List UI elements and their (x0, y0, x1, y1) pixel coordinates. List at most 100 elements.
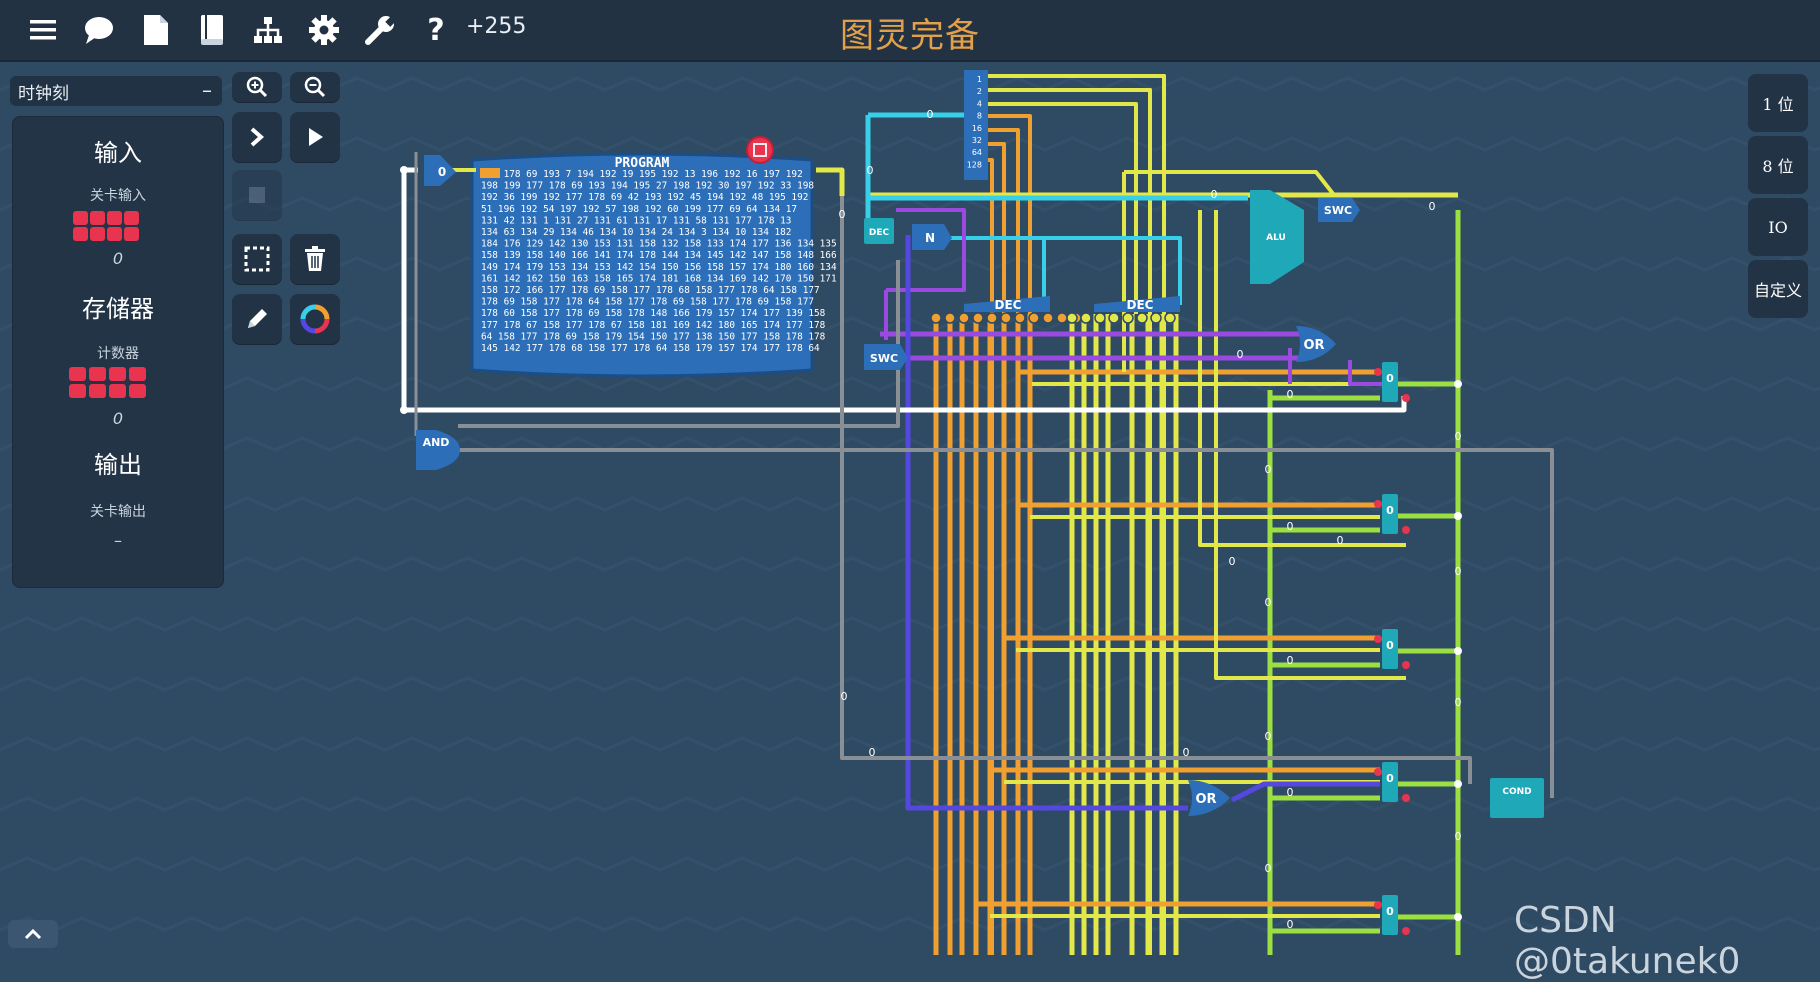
level-select-value: 时钟刻 (18, 83, 69, 104)
wrench-icon[interactable] (362, 12, 398, 48)
bit-label: 4 (977, 99, 982, 108)
zoom-out-icon (304, 76, 326, 98)
gate-label: OR (1303, 338, 1324, 353)
wire-value-label: 0 (839, 208, 846, 221)
chevron-up-icon (24, 928, 42, 940)
led-segment (107, 211, 122, 225)
pin (958, 312, 970, 324)
gate-label: DEC (995, 298, 1022, 312)
bit-label: 32 (972, 136, 982, 145)
pin (1402, 794, 1410, 802)
custom-button[interactable]: 自定义 (1748, 260, 1808, 318)
led-segment (69, 384, 86, 398)
wire-node (1454, 780, 1462, 788)
input-value: 0 (112, 249, 124, 268)
select-button[interactable] (232, 234, 282, 284)
program-line: 192 36 199 192 177 178 69 42 193 192 45 … (481, 192, 808, 203)
bit-label: 8 (977, 112, 982, 121)
program-line: 51 196 192 54 197 192 57 198 192 60 199 … (481, 204, 797, 215)
book-icon[interactable] (194, 12, 230, 48)
zoom-in-icon (246, 76, 268, 98)
gate-label: OR (1195, 792, 1216, 807)
led-segment (129, 384, 146, 398)
wire-value-label: 0 (1455, 696, 1462, 709)
storage-sublabel: 计数器 (97, 346, 139, 362)
collapse-dash-icon[interactable]: – (202, 78, 212, 102)
level-select[interactable]: 时钟刻 – (10, 76, 222, 106)
cond-component[interactable] (1490, 778, 1544, 818)
wire-value-label: 0 (1265, 862, 1272, 875)
pin (1108, 312, 1120, 324)
pin (1028, 312, 1040, 324)
delete-button[interactable] (290, 234, 340, 284)
play-icon (309, 128, 323, 146)
program-line: 149 174 179 153 134 153 142 154 150 156 … (481, 262, 837, 273)
wire-value-label: 0 (1287, 520, 1294, 533)
led-segment (124, 227, 139, 241)
menu-icon[interactable] (25, 12, 61, 48)
gate-label: N (925, 231, 935, 245)
gate-label: 0 (1386, 504, 1394, 517)
expand-panel-button[interactable] (8, 920, 58, 948)
program-line: 161 142 162 150 163 158 165 174 181 168 … (481, 273, 837, 284)
gear-icon[interactable] (306, 12, 342, 48)
stop-button[interactable] (232, 170, 282, 220)
gate-label: 0 (1386, 905, 1394, 918)
program-line: 178 60 158 177 178 69 158 178 148 166 17… (481, 308, 826, 319)
program-component[interactable]: PROGRAM 177 178 69 193 7 194 192 19 195 … (470, 136, 837, 378)
led-segment (124, 211, 139, 225)
led-segment (73, 227, 88, 241)
wire-node (1454, 512, 1462, 520)
storage-value: 0 (112, 409, 124, 428)
gate-label: COND (1502, 787, 1531, 797)
zoom-out-button[interactable] (290, 72, 340, 102)
gate-label: DEC (1127, 298, 1154, 312)
pin (1374, 368, 1382, 376)
gate-label: ALU (1266, 233, 1286, 243)
program-delete-icon[interactable] (746, 136, 774, 164)
bits-1-button[interactable]: 1 位 (1748, 74, 1808, 132)
pin (1374, 635, 1382, 643)
program-line: 184 176 129 142 130 153 131 158 132 158 … (481, 239, 837, 250)
wire-value-label: 0 (1265, 596, 1272, 609)
play-button[interactable] (290, 112, 340, 162)
hierarchy-icon[interactable] (250, 12, 286, 48)
input-sublabel: 关卡输入 (90, 188, 146, 204)
wire-value-label: 0 (1229, 555, 1236, 568)
program-line: 177 178 67 158 177 178 67 158 181 169 14… (481, 320, 826, 331)
program-line: 145 142 177 178 68 158 177 178 64 158 17… (481, 343, 820, 354)
wire-value-label: 0 (1265, 730, 1272, 743)
wire-value-label: 0 (869, 746, 876, 759)
pin (1066, 312, 1078, 324)
help-icon[interactable]: ? (418, 12, 454, 48)
led-segment (109, 384, 126, 398)
pin (1150, 312, 1162, 324)
pencil-button[interactable] (232, 294, 282, 344)
io-button[interactable]: IO (1748, 198, 1808, 256)
gate-label: DEC (869, 228, 890, 238)
watermark: CSDN @0takunek0 (1514, 900, 1741, 982)
wire-value-label: 0 (1183, 746, 1190, 759)
zoom-in-button[interactable] (232, 72, 282, 102)
gate-label: 0 (1386, 372, 1394, 385)
bits-8-button[interactable]: 8 位 (1748, 136, 1808, 194)
gate-label: SWC (1324, 204, 1352, 217)
stop-icon (249, 187, 265, 203)
wire-node (1454, 647, 1462, 655)
led-segment (129, 367, 146, 381)
wire-node (1454, 380, 1462, 388)
color-button[interactable] (290, 294, 340, 344)
program-line: 131 42 131 1 131 27 131 61 131 17 131 58… (481, 215, 791, 226)
step-button[interactable] (232, 112, 282, 162)
file-icon[interactable] (138, 12, 174, 48)
pin (1402, 661, 1410, 669)
chat-icon[interactable] (81, 12, 117, 48)
bit-label: 2 (977, 87, 982, 96)
program-line: 198 199 177 178 69 193 194 195 27 198 19… (481, 181, 814, 192)
selection-icon (244, 246, 270, 272)
gate-label: 0 (438, 165, 446, 179)
wire-value-label: 0 (1237, 348, 1244, 361)
wire-value-label: 0 (1265, 463, 1272, 476)
pin (1042, 312, 1054, 324)
output-value: – (114, 531, 122, 550)
